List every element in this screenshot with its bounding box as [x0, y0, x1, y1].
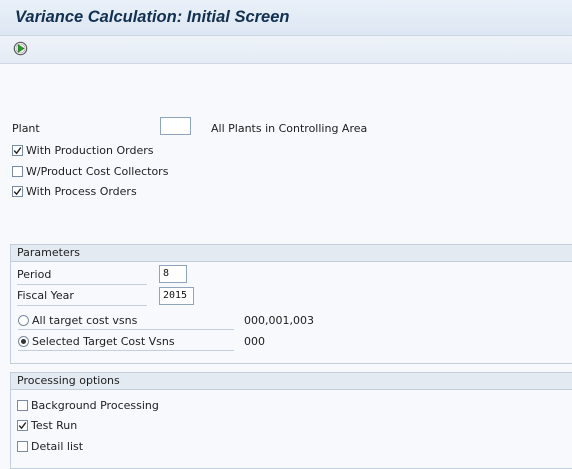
- fiscal-year-input[interactable]: 2015: [159, 287, 194, 305]
- radio-circle[interactable]: [18, 314, 29, 326]
- row-divider: [18, 329, 234, 330]
- checkbox-label: With Production Orders: [26, 143, 154, 157]
- checkbox-box[interactable]: [12, 144, 23, 156]
- parameters-header: Parameters: [11, 245, 572, 262]
- period-input[interactable]: 8: [159, 265, 187, 283]
- processing-options-header: Processing options: [11, 373, 572, 390]
- checkbox-label: Detail list: [31, 439, 84, 453]
- checkbox-with-production-orders[interactable]: With Production Orders: [12, 141, 153, 159]
- all-target-cost-vsns-value: 000,001,003: [244, 314, 314, 327]
- title-bar: Variance Calculation: Initial Screen: [0, 0, 572, 36]
- page-title: Variance Calculation: Initial Screen: [15, 8, 290, 26]
- period-label: Period: [17, 267, 147, 285]
- row-divider: [18, 350, 234, 351]
- radio-selected-dot: [21, 338, 26, 344]
- execute-clock-icon: [13, 41, 28, 59]
- processing-options-group: Processing options: [10, 372, 572, 469]
- selected-target-cost-vsns-value: 000: [244, 335, 265, 348]
- checkbox-product-cost-collectors[interactable]: W/Product Cost Collectors: [12, 162, 168, 180]
- checkbox-label: Background Processing: [31, 398, 159, 412]
- plant-input[interactable]: [160, 117, 191, 135]
- checkbox-test-run[interactable]: Test Run: [17, 416, 77, 434]
- checkbox-with-process-orders[interactable]: With Process Orders: [12, 182, 137, 200]
- checkbox-background-processing[interactable]: Background Processing: [17, 396, 159, 414]
- checkbox-detail-list[interactable]: Detail list: [17, 437, 83, 455]
- checkbox-box[interactable]: [17, 419, 28, 431]
- execute-button[interactable]: [11, 41, 29, 59]
- application-toolbar: [0, 36, 572, 64]
- checkbox-label: With Process Orders: [26, 184, 137, 198]
- checkmark-icon: [13, 146, 22, 154]
- radio-selected-target-cost-vsns[interactable]: Selected Target Cost Vsns: [18, 332, 175, 350]
- checkmark-icon: [13, 187, 22, 195]
- plant-hint: All Plants in Controlling Area: [211, 122, 368, 135]
- radio-label: All target cost vsns: [32, 313, 138, 327]
- checkbox-box[interactable]: [12, 185, 23, 197]
- radio-all-target-cost-vsns[interactable]: All target cost vsns: [18, 311, 137, 329]
- plant-label: Plant: [12, 122, 40, 135]
- fiscal-year-label: Fiscal Year: [17, 288, 147, 306]
- checkbox-label: Test Run: [31, 418, 78, 432]
- checkbox-box[interactable]: [17, 399, 28, 411]
- checkbox-box[interactable]: [12, 165, 23, 177]
- checkbox-box[interactable]: [17, 440, 28, 452]
- radio-circle[interactable]: [18, 335, 29, 347]
- radio-label: Selected Target Cost Vsns: [32, 334, 175, 348]
- checkbox-label: W/Product Cost Collectors: [26, 164, 169, 178]
- selection-screen: Plant All Plants in Controlling Area Wit…: [0, 65, 572, 469]
- checkmark-icon: [18, 421, 27, 429]
